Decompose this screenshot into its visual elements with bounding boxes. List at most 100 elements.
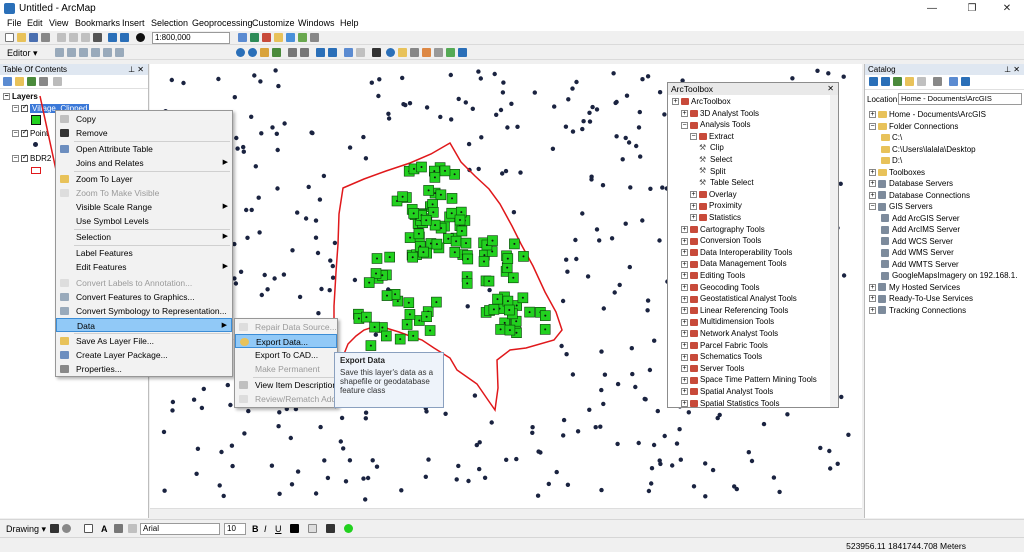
catalog-item[interactable]: + My Hosted Services — [869, 283, 960, 292]
menu-view[interactable]: View — [49, 18, 68, 28]
arctoolbox-item[interactable]: + Multidimension Tools — [681, 317, 774, 326]
menu-item-properties[interactable]: Properties... — [56, 362, 232, 376]
menu-item-selection[interactable]: Selection ▶ — [56, 230, 232, 244]
expand-icon[interactable]: + — [681, 376, 688, 384]
table-of-contents-icon[interactable] — [250, 33, 259, 42]
select-elements-icon[interactable] — [372, 48, 381, 57]
catalog-item[interactable]: Add WMTS Server — [881, 260, 959, 269]
expand-icon[interactable]: + — [869, 191, 876, 199]
toc-layer-bdr2[interactable]: −BDR2 — [12, 153, 51, 163]
expand-icon[interactable]: + — [681, 295, 688, 303]
underline-button[interactable]: U — [275, 524, 282, 534]
village-symbol-swatch[interactable] — [31, 115, 41, 125]
arctoolbox-item[interactable]: − Extract — [690, 132, 734, 141]
print-icon[interactable] — [41, 33, 50, 42]
arctoolbox-item[interactable]: + Cartography Tools — [681, 225, 765, 234]
list-by-selection-icon[interactable] — [39, 77, 48, 86]
editor-menu[interactable]: Editor ▾ — [7, 48, 38, 59]
catalog-item[interactable]: C:\Users\lalala\Desktop — [881, 145, 976, 154]
collapse-icon[interactable]: − — [12, 155, 19, 163]
arctoolbox-item[interactable]: + Space Time Pattern Mining Tools — [681, 375, 817, 384]
arctoolbox-item[interactable]: + Schematics Tools — [681, 352, 762, 361]
catalog-item[interactable]: + Tracking Connections — [869, 306, 966, 315]
expand-icon[interactable]: + — [672, 98, 679, 106]
map-scale-input[interactable]: 1:800,000 — [152, 32, 230, 44]
catalog-item[interactable]: + Ready-To-Use Services — [869, 294, 973, 303]
list-by-drawing-order-icon[interactable] — [3, 77, 12, 86]
expand-icon[interactable]: + — [681, 272, 688, 280]
expand-icon[interactable]: + — [681, 109, 688, 117]
menu-item-edit-features[interactable]: Edit Features ▶ — [56, 260, 232, 274]
catalog-item[interactable]: Add ArcIMS Server — [881, 225, 960, 234]
back-icon[interactable] — [869, 77, 878, 86]
menu-item-create-layer-package[interactable]: Create Layer Package... — [56, 348, 232, 362]
line-color-icon[interactable] — [326, 524, 335, 533]
arctoolbox-item[interactable]: + Statistics — [690, 213, 741, 222]
menu-item-open-attribute-table[interactable]: Open Attribute Table — [56, 142, 232, 156]
straight-segment-icon[interactable] — [79, 48, 88, 57]
catalog-item[interactable]: GoogleMapsImagery on 192.168.1. — [881, 271, 1017, 280]
delete-icon[interactable] — [93, 33, 102, 42]
redo-icon[interactable] — [120, 33, 129, 42]
hyperlink-icon[interactable] — [422, 48, 431, 57]
toc-layers-root[interactable]: − Layers — [3, 92, 38, 101]
trace-icon[interactable] — [91, 48, 100, 57]
menu-item-joins-relates[interactable]: Joins and Relates ▶ — [56, 156, 232, 170]
menu-item-view-item-description[interactable]: View Item Description... — [235, 378, 344, 392]
catalog-item[interactable]: + Toolboxes — [869, 168, 925, 177]
expand-icon[interactable]: + — [681, 330, 688, 338]
home-icon[interactable] — [893, 77, 902, 86]
catalog-item[interactable]: − GIS Servers — [869, 202, 933, 211]
find-icon[interactable] — [398, 48, 407, 57]
expand-icon[interactable]: + — [690, 214, 697, 222]
arctoolbox-item[interactable]: + Proximity — [690, 201, 742, 210]
expand-icon[interactable]: + — [681, 260, 688, 268]
editor-toolbar-icon[interactable] — [238, 33, 247, 42]
menu-insert[interactable]: Insert — [122, 18, 145, 28]
arctoolbox-item[interactable]: + Geocoding Tools — [681, 283, 759, 292]
clear-selection-icon[interactable] — [356, 48, 365, 57]
add-data-icon[interactable] — [136, 33, 145, 42]
rectangle-icon[interactable] — [84, 524, 93, 533]
fixed-zoom-in-icon[interactable] — [288, 48, 297, 57]
map-horizontal-scrollbar[interactable] — [150, 508, 862, 518]
python-icon[interactable] — [298, 33, 307, 42]
expand-icon[interactable]: + — [681, 249, 688, 257]
full-extent-icon[interactable] — [272, 48, 281, 57]
pan-icon[interactable] — [260, 48, 269, 57]
arctoolbox-item[interactable]: + Spatial Statistics Tools — [681, 399, 779, 408]
toggle-contents-icon[interactable] — [949, 77, 958, 86]
menu-edit[interactable]: Edit — [27, 18, 43, 28]
menu-selection[interactable]: Selection — [151, 18, 188, 28]
measure-icon[interactable] — [410, 48, 419, 57]
catalog-item[interactable]: Add WCS Server — [881, 237, 953, 246]
arctoolbox-item[interactable]: + Data Interoperability Tools — [681, 248, 792, 257]
cut-icon[interactable] — [57, 33, 66, 42]
open-icon[interactable] — [17, 33, 26, 42]
collapse-icon[interactable]: − — [690, 133, 697, 141]
list-by-visibility-icon[interactable] — [27, 77, 36, 86]
edit-tool-icon[interactable] — [55, 48, 64, 57]
menu-item-label-features[interactable]: Label Features — [56, 246, 232, 260]
menu-bookmarks[interactable]: Bookmarks — [75, 18, 120, 28]
views-icon[interactable] — [933, 77, 942, 86]
arctoolbox-item[interactable]: + Overlay — [690, 190, 737, 199]
collapse-icon[interactable]: − — [869, 203, 876, 211]
close-button[interactable]: ✕ — [993, 1, 1021, 16]
copy-icon[interactable] — [69, 33, 78, 42]
marker-color-icon[interactable] — [344, 524, 353, 533]
menu-item-save-layer-file[interactable]: Save As Layer File... — [56, 334, 232, 348]
arctoolbox-item[interactable]: ⚒ Table Select — [699, 178, 754, 187]
bold-button[interactable]: B — [252, 524, 259, 534]
menu-item-export-data[interactable]: Export Data... — [235, 334, 337, 348]
list-by-source-icon[interactable] — [15, 77, 24, 86]
expand-icon[interactable]: + — [869, 283, 876, 291]
arctoolbox-item[interactable]: + Spatial Analyst Tools — [681, 387, 773, 396]
arctoolbox-item[interactable]: ⚒ Select — [699, 155, 732, 164]
arctoolbox-item[interactable]: + Conversion Tools — [681, 236, 761, 245]
expand-icon[interactable]: + — [869, 111, 876, 119]
menu-file[interactable]: File — [7, 18, 22, 28]
arctoolbox-item[interactable]: ⚒ Clip — [699, 143, 724, 152]
html-popup-icon[interactable] — [434, 48, 443, 57]
toc-pin-close[interactable]: ⊥ ✕ — [128, 64, 144, 75]
